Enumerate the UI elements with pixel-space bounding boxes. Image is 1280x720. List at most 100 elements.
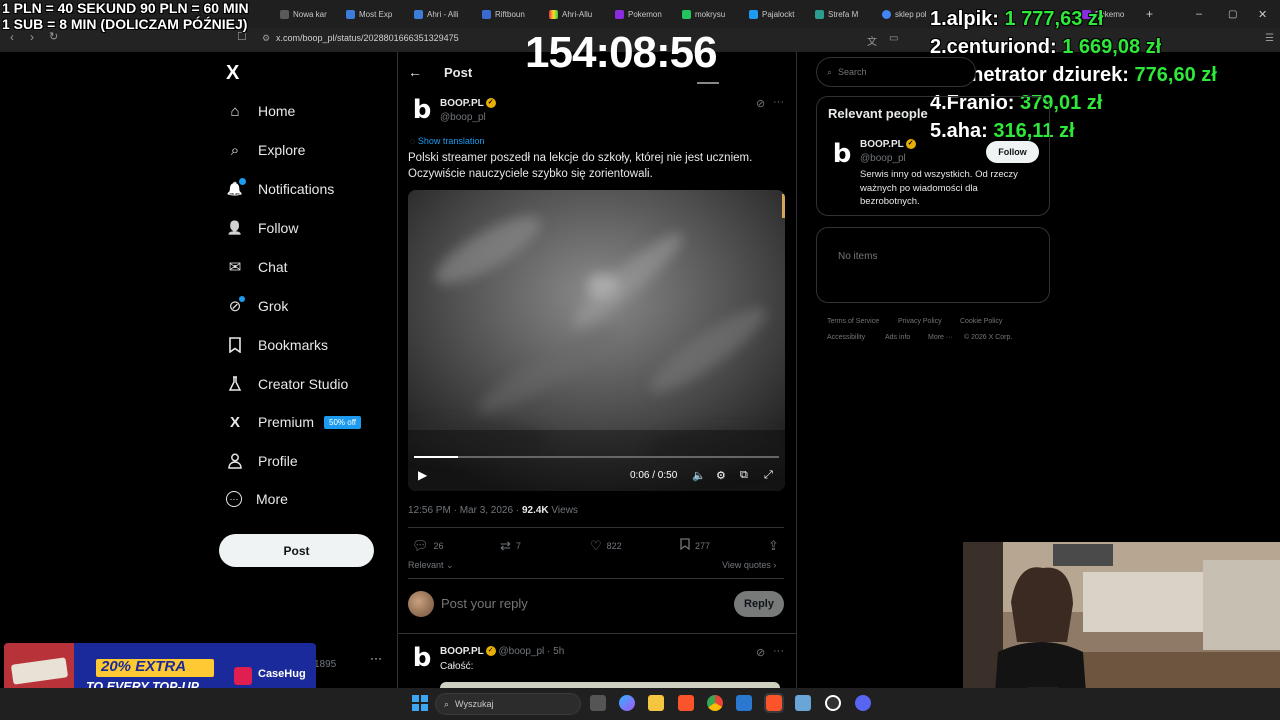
reply-author-avatar[interactable]: b (408, 643, 436, 673)
author-name-row[interactable]: BOOP.PL ✓ (440, 98, 496, 109)
footer-link-more[interactable]: More ··· (928, 334, 953, 341)
author-avatar[interactable]: b (408, 95, 436, 125)
maximize-button[interactable]: ▢ (1228, 4, 1237, 24)
close-window-button[interactable]: ✕ (1258, 4, 1267, 24)
volume-icon[interactable]: 🔈 (692, 469, 706, 482)
relevant-person-name-row[interactable]: BOOP.PL ✓ (860, 139, 916, 150)
browser-menu-icon[interactable]: ☰ (1265, 33, 1274, 44)
back-icon[interactable]: ‹ (10, 30, 14, 44)
url-field[interactable]: x.com/boop_pl/status/2028801666351329475 (276, 33, 459, 43)
sidebar-item-creator-studio[interactable]: Creator Studio (226, 375, 348, 393)
author-handle[interactable]: @boop_pl (440, 112, 486, 123)
sidebar-item-premium[interactable]: X Premium 50% off (226, 413, 361, 431)
post-button[interactable]: Post (219, 534, 374, 567)
post-timestamp[interactable]: 12:56 PM · Mar 3, 2026 · (408, 505, 522, 516)
show-translation-link[interactable]: ◌ Show translation (410, 136, 484, 146)
back-arrow-icon[interactable]: ← (408, 64, 422, 80)
minimize-button[interactable]: – (1196, 4, 1202, 24)
share-action[interactable]: ⇪ (768, 538, 779, 554)
x-logo-icon[interactable]: X (226, 62, 239, 85)
site-settings-icon[interactable]: ⚙ (262, 33, 270, 44)
footer-link-ads[interactable]: Ads info (885, 334, 910, 341)
start-tile (421, 704, 428, 711)
sidebar-item-notifications[interactable]: 🔔 Notifications (226, 178, 335, 198)
footer-link-privacy[interactable]: Privacy Policy (898, 318, 942, 325)
tab-favicon-icon (682, 9, 691, 19)
start-tile (412, 704, 419, 711)
relevant-person-avatar[interactable]: b (828, 139, 856, 169)
cast-icon[interactable]: ▭ (889, 33, 898, 44)
sidebar-item-home[interactable]: ⌂ Home (226, 102, 295, 120)
sidebar-item-profile[interactable]: Profile (226, 452, 298, 470)
search-box[interactable]: ⌕ Search (816, 57, 976, 87)
sort-replies-dropdown[interactable]: Relevant ⌄ (408, 560, 454, 571)
footer-link-terms[interactable]: Terms of Service (827, 318, 879, 325)
grok-explain-icon[interactable]: ⊘ (756, 97, 765, 110)
task-view-icon[interactable] (590, 695, 606, 711)
fullscreen-icon[interactable]: ⤢ (764, 469, 773, 482)
brave-icon[interactable] (678, 695, 694, 711)
browser-tab[interactable]: Strefa M (815, 4, 871, 24)
repost-action[interactable]: ⇄ 7 (500, 538, 521, 554)
notepad-icon[interactable] (795, 695, 811, 711)
windows-start-icon[interactable] (412, 695, 428, 711)
sidebar-item-chat[interactable]: ✉ Chat (226, 258, 288, 276)
reply-button[interactable]: Reply (734, 591, 784, 617)
browser-tab[interactable]: sklep pol (882, 4, 932, 24)
video-player[interactable]: ▶ 0:06 / 0:50 🔈 ⚙ ⧉ ⤢ (408, 190, 785, 491)
grok-explain-icon[interactable]: ⊘ (756, 646, 765, 659)
bookmark-icon (226, 336, 244, 354)
file-explorer-icon[interactable] (648, 695, 664, 711)
view-quotes-link[interactable]: View quotes › (722, 560, 776, 570)
reply-action[interactable]: 💬︎ 26 (412, 538, 444, 554)
leaderboard-entry: 1.alpik: 1 777,63 zł (930, 8, 1103, 31)
sidebar-item-more[interactable]: ⋯ More (226, 491, 288, 507)
bookmark-action[interactable]: 277 (680, 538, 710, 553)
ad-brand: CaseHug (258, 668, 306, 680)
subscription-rate-line: 1 SUB = 8 MIN (DOLICZAM PÓŹNIEJ) (2, 16, 248, 32)
browser-tab[interactable]: Nowa kar (280, 4, 338, 24)
forward-icon[interactable]: › (30, 30, 34, 44)
browser-tab[interactable]: Riftboun (482, 4, 538, 24)
translate-icon[interactable]: 文 (867, 33, 877, 48)
sidebar-item-explore[interactable]: ⌕ Explore (226, 141, 306, 159)
tab-favicon-icon (414, 9, 423, 19)
like-action[interactable]: ♡ 822 (590, 538, 622, 554)
chrome-icon[interactable] (707, 695, 723, 711)
post-meta: 12:56 PM · Mar 3, 2026 · 92.4K Views (408, 505, 578, 516)
footer-link-accessibility[interactable]: Accessibility (827, 334, 865, 341)
settings-gear-icon[interactable]: ⚙ (716, 469, 726, 482)
sidebar-item-bookmarks[interactable]: Bookmarks (226, 336, 328, 354)
browser-tab[interactable]: Pokemon (615, 4, 673, 24)
follow-button[interactable]: Follow (986, 141, 1039, 163)
tab-favicon-icon (549, 9, 558, 19)
post-more-icon[interactable]: ··· (773, 96, 784, 108)
account-menu-icon[interactable]: ··· (370, 651, 382, 665)
play-icon[interactable]: ▶ (418, 468, 427, 482)
reply-author-row[interactable]: BOOP.PL ✓ @boop_pl · 5h (440, 646, 564, 657)
reply-input[interactable] (441, 596, 617, 611)
discord-icon[interactable] (855, 695, 871, 711)
tab-label: Nowa kar (293, 9, 327, 19)
sidebar-item-label: Notifications (258, 181, 335, 197)
browser-tab[interactable]: Ahri-Allu (549, 4, 605, 24)
browser-tab[interactable]: Most Exp (346, 4, 402, 24)
sidebar-item-follow[interactable]: 👤 Follow (226, 219, 299, 237)
pip-icon[interactable]: ⧉ (740, 469, 748, 482)
leaderboard-name: 1.alpik: (930, 8, 999, 30)
obs-icon[interactable] (825, 695, 841, 711)
reply-more-icon[interactable]: ··· (773, 645, 784, 657)
video-progress-track[interactable] (414, 456, 779, 458)
footer-link-cookie[interactable]: Cookie Policy (960, 318, 1002, 325)
browser-tab[interactable]: mokrysu (682, 4, 738, 24)
bookmark-svg (229, 337, 241, 353)
taskbar-search[interactable]: ⌕ Wyszukaj (435, 693, 581, 715)
new-tab-button[interactable]: + (1146, 4, 1160, 24)
browser-tab[interactable]: Ahri - Alli (414, 4, 470, 24)
tab-label: Ahri-Allu (562, 9, 593, 19)
sidebar-item-grok[interactable]: ⊘ Grok (226, 296, 288, 315)
store-icon[interactable] (736, 695, 752, 711)
copilot-icon[interactable] (619, 695, 635, 711)
browser-tab[interactable]: Pajalockt (749, 4, 805, 24)
brave-active-icon[interactable] (764, 693, 784, 713)
